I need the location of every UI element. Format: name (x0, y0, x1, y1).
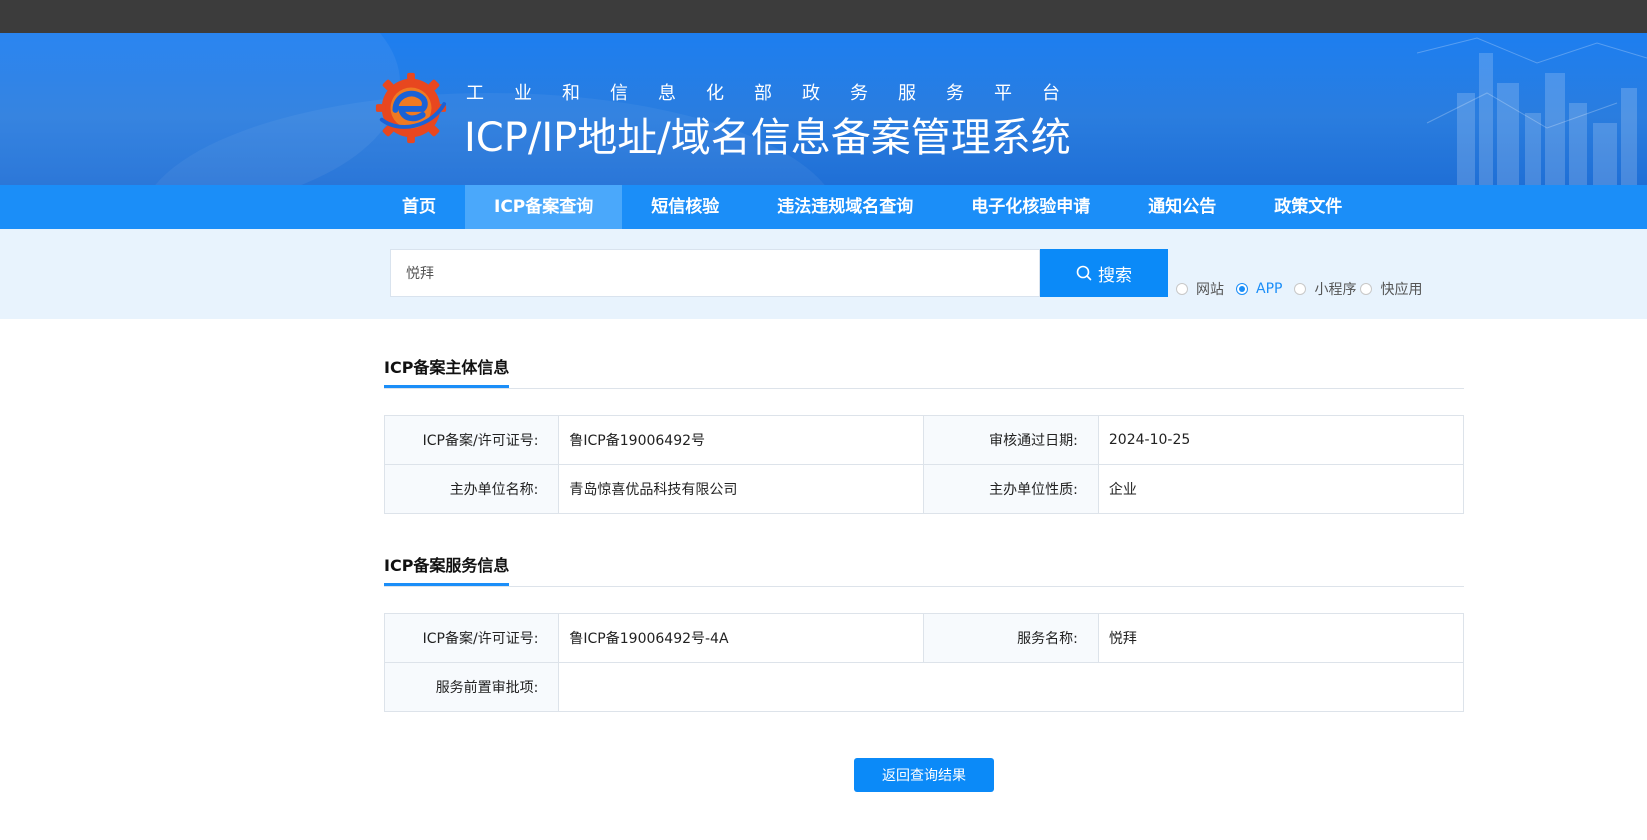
pre-approval-label: 服务前置审批项: (383, 662, 560, 712)
platform-subtitle: 工业和信息化部政务服务平台 (466, 83, 1090, 104)
org-type-label: 主办单位性质: (923, 464, 1099, 514)
service-name-label: 服务名称: (923, 613, 1099, 663)
radio-indicator (1176, 283, 1188, 295)
back-to-results-button[interactable]: 返回查询结果 (854, 758, 994, 792)
table-row: 服务前置审批项: (383, 662, 1464, 712)
radio-quick-app[interactable]: 快应用 (1360, 279, 1422, 299)
header-banner: 工业和信息化部政务服务平台 ICP/IP地址/域名信息备案管理系统 (0, 33, 1647, 185)
nav-item-home[interactable]: 首页 (383, 185, 455, 229)
radio-indicator (1360, 283, 1373, 295)
service-section-title: ICP备案服务信息 (384, 552, 510, 586)
nav-item-icp-query[interactable]: ICP备案查询 (465, 185, 623, 229)
service-license-value: 鲁ICP备19006492号-4A (558, 613, 925, 663)
service-license-label: ICP备案/许可证号: (383, 613, 560, 663)
section-divider (384, 586, 1464, 587)
approve-date-label: 审核通过日期: (923, 415, 1099, 465)
city-skyline-illustration (1417, 37, 1647, 185)
search-icon (1076, 265, 1092, 281)
table-row: ICP备案/许可证号: 鲁ICP备19006492号 审核通过日期: 2024-… (383, 415, 1465, 465)
table-row: ICP备案/许可证号: 鲁ICP备19006492号-4A 服务名称: 悦拜 (383, 613, 1465, 663)
nav-items: 首页 ICP备案查询 短信核验 违法违规域名查询 电子化核验申请 通知公告 政策… (383, 185, 1381, 229)
approve-date-value: 2024-10-25 (1097, 415, 1465, 465)
org-name-label: 主办单位名称: (383, 464, 560, 514)
org-name-value: 青岛惊喜优品科技有限公司 (558, 464, 925, 514)
nav-item-notices[interactable]: 通知公告 (1129, 185, 1235, 229)
system-title: ICP/IP地址/域名信息备案管理系统 (464, 115, 1071, 161)
main-nav: 首页 ICP备案查询 短信核验 违法违规域名查询 电子化核验申请 通知公告 政策… (0, 185, 1647, 229)
entity-section-title: ICP备案主体信息 (384, 354, 510, 388)
radio-label: 小程序 (1314, 282, 1357, 298)
nav-item-e-verify-apply[interactable]: 电子化核验申请 (952, 185, 1109, 229)
service-info-table: ICP备案/许可证号: 鲁ICP备19006492号-4A 服务名称: 悦拜 服… (383, 613, 1465, 712)
radio-indicator (1294, 283, 1307, 295)
search-button[interactable]: 搜索 (1040, 249, 1168, 297)
radio-mini-program[interactable]: 小程序 (1294, 279, 1356, 299)
mitt-logo (375, 72, 447, 144)
license-label: ICP备案/许可证号: (383, 415, 560, 465)
nav-item-policy-docs[interactable]: 政策文件 (1255, 185, 1361, 229)
radio-app[interactable]: APP (1236, 281, 1282, 297)
radio-label: APP (1256, 281, 1283, 297)
radio-indicator (1236, 283, 1248, 295)
radio-website[interactable]: 网站 (1176, 279, 1224, 299)
radio-label: 网站 (1196, 282, 1224, 298)
table-row: 主办单位名称: 青岛惊喜优品科技有限公司 主办单位性质: 企业 (383, 464, 1465, 514)
section-divider (384, 388, 1464, 389)
search-button-label: 搜索 (1098, 265, 1132, 286)
org-type-value: 企业 (1097, 464, 1465, 514)
radio-label: 快应用 (1380, 282, 1423, 298)
search-type-options: 网站 APP 小程序 快应用 (1176, 279, 1434, 299)
license-value: 鲁ICP备19006492号 (558, 415, 925, 465)
search-input[interactable] (390, 249, 1040, 297)
entity-info-table: ICP备案/许可证号: 鲁ICP备19006492号 审核通过日期: 2024-… (383, 415, 1465, 514)
pre-approval-value (558, 662, 1464, 712)
nav-item-sms-verify[interactable]: 短信核验 (632, 185, 738, 229)
service-name-value: 悦拜 (1097, 613, 1465, 663)
nav-item-illegal-domain-query[interactable]: 违法违规域名查询 (758, 185, 932, 229)
browser-top-bar (0, 0, 1647, 33)
